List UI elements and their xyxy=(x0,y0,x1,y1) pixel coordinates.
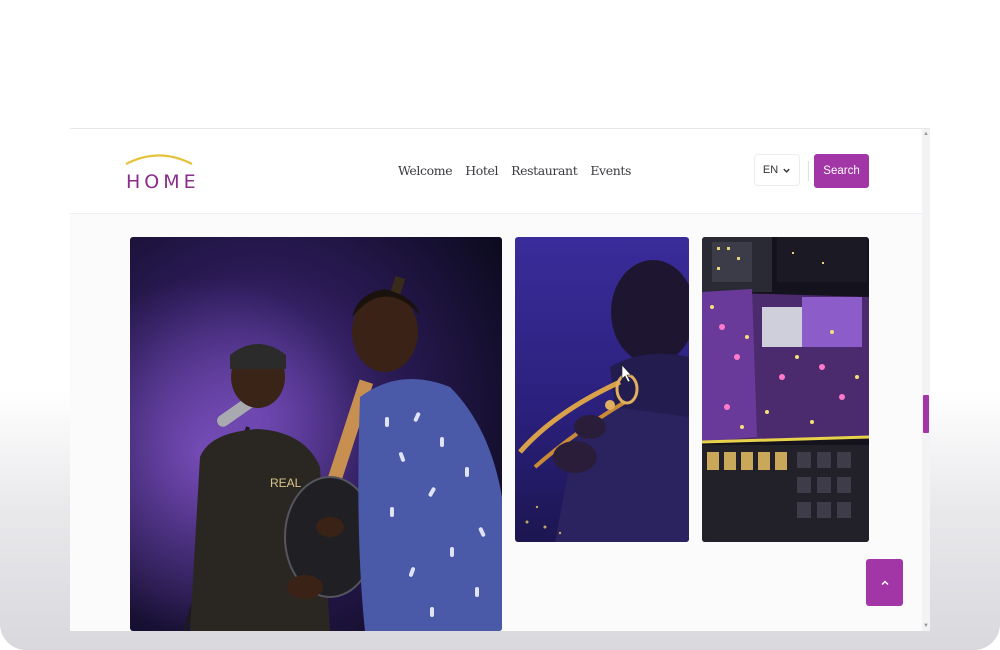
gallery-photo-band[interactable]: REAL xyxy=(130,237,502,631)
back-to-top-button[interactable] xyxy=(866,559,903,606)
page-scrollbar[interactable]: ▲ ▼ xyxy=(922,129,930,631)
browser-viewport: HOME Welcome Hotel Restaurant Events EN … xyxy=(70,128,930,631)
screen: HOME Welcome Hotel Restaurant Events EN … xyxy=(0,0,1000,650)
site-header: HOME Welcome Hotel Restaurant Events EN … xyxy=(70,129,922,214)
main-nav: Welcome Hotel Restaurant Events xyxy=(398,163,631,178)
chevron-up-icon xyxy=(880,579,889,585)
language-select[interactable]: EN xyxy=(754,154,800,186)
chevron-down-icon xyxy=(783,168,790,173)
gallery-photo-rooftop[interactable] xyxy=(702,237,869,542)
gallery-photo-trumpet[interactable] xyxy=(515,237,689,542)
shirt-print-text: REAL xyxy=(270,476,302,490)
search-button[interactable]: Search xyxy=(814,154,869,188)
logo-text: HOME xyxy=(126,171,200,193)
site-logo[interactable]: HOME xyxy=(124,151,196,195)
nav-restaurant[interactable]: Restaurant xyxy=(511,163,578,178)
nav-hotel[interactable]: Hotel xyxy=(465,163,498,178)
nav-events[interactable]: Events xyxy=(590,163,631,178)
scroll-up-icon[interactable]: ▲ xyxy=(923,131,929,137)
logo-arc-icon xyxy=(125,154,193,165)
scrollbar-thumb[interactable] xyxy=(923,395,929,433)
scroll-down-icon[interactable]: ▼ xyxy=(923,623,929,629)
language-value: EN xyxy=(762,164,779,176)
header-divider xyxy=(808,161,809,181)
nav-welcome[interactable]: Welcome xyxy=(398,163,453,178)
